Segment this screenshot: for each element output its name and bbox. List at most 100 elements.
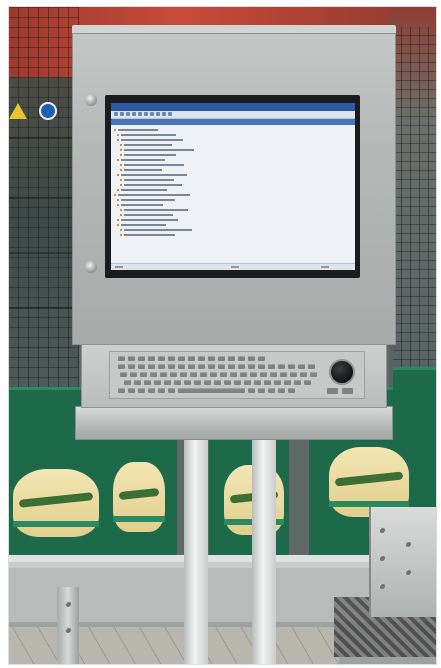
keyboard-key[interactable] <box>244 380 251 385</box>
keyboard-key[interactable] <box>238 364 245 369</box>
tree-row[interactable] <box>114 193 234 197</box>
tree-row[interactable] <box>117 218 234 222</box>
keyboard-key[interactable] <box>178 356 185 361</box>
keyboard-key[interactable] <box>204 380 211 385</box>
keyboard-key[interactable] <box>130 372 137 377</box>
keyboard-key[interactable] <box>278 364 285 369</box>
keyboard-key[interactable] <box>178 364 185 369</box>
tree-row[interactable] <box>120 228 234 232</box>
keyboard-key[interactable] <box>250 372 257 377</box>
keyboard-key[interactable] <box>258 388 265 393</box>
keyboard-key[interactable] <box>128 364 135 369</box>
tree-row[interactable] <box>117 158 234 162</box>
keyboard-key[interactable] <box>248 388 255 393</box>
toolbar-icon[interactable] <box>144 112 148 116</box>
keyboard-key[interactable] <box>168 356 175 361</box>
keyboard-key[interactable] <box>208 356 215 361</box>
keyboard-key[interactable] <box>248 364 255 369</box>
tree-row[interactable] <box>117 173 234 177</box>
toolbar-icon[interactable] <box>162 112 166 116</box>
tree-row[interactable] <box>120 183 234 187</box>
keyboard-key[interactable] <box>254 380 261 385</box>
keyboard-key[interactable] <box>154 380 161 385</box>
keyboard-key[interactable] <box>170 372 177 377</box>
keyboard-key[interactable] <box>194 380 201 385</box>
keyboard-key[interactable] <box>258 364 265 369</box>
keyboard-key[interactable] <box>118 364 125 369</box>
keyboard-key[interactable] <box>198 356 205 361</box>
keyboard-key[interactable] <box>300 372 307 377</box>
toolbar-icon[interactable] <box>150 112 154 116</box>
keyboard-key[interactable] <box>288 388 295 393</box>
keyboard-key[interactable] <box>158 364 165 369</box>
keyboard-key[interactable] <box>118 356 125 361</box>
keyboard-key[interactable] <box>164 380 171 385</box>
keyboard-key[interactable] <box>124 380 131 385</box>
tree-row[interactable] <box>120 163 234 167</box>
keyboard-key[interactable] <box>228 364 235 369</box>
keyboard-key[interactable] <box>260 372 267 377</box>
keyboard-key[interactable] <box>134 380 141 385</box>
keyboard-key[interactable] <box>310 372 317 377</box>
keyboard-key[interactable] <box>280 372 287 377</box>
keyboard-key[interactable] <box>210 372 217 377</box>
keyboard-key[interactable] <box>218 356 225 361</box>
keyboard-key[interactable] <box>268 388 275 393</box>
keyboard-key[interactable] <box>294 380 301 385</box>
tree-row[interactable] <box>120 143 234 147</box>
keyboard-key[interactable] <box>304 380 311 385</box>
keyboard-key[interactable] <box>188 356 195 361</box>
keyboard-key[interactable] <box>288 364 295 369</box>
trackball-left-button[interactable] <box>327 388 338 394</box>
keyboard-key[interactable] <box>238 356 245 361</box>
keyboard-key[interactable] <box>290 372 297 377</box>
keyboard-key[interactable] <box>174 380 181 385</box>
keyboard-key[interactable] <box>248 356 255 361</box>
keyboard-key[interactable] <box>278 388 285 393</box>
space-key[interactable] <box>180 388 240 393</box>
keyboard-key[interactable] <box>298 364 305 369</box>
keyboard-key[interactable] <box>264 380 271 385</box>
tree-row[interactable] <box>120 178 234 182</box>
toolbar-icon[interactable] <box>156 112 160 116</box>
keyboard-key[interactable] <box>190 372 197 377</box>
trackball[interactable] <box>329 359 355 385</box>
keyboard-key[interactable] <box>270 372 277 377</box>
toolbar-icon[interactable] <box>114 112 118 116</box>
tree-row[interactable] <box>120 148 234 152</box>
tree-row[interactable] <box>114 128 234 132</box>
keyboard-key[interactable] <box>234 380 241 385</box>
keyboard-key[interactable] <box>198 364 205 369</box>
keyboard-key[interactable] <box>120 372 127 377</box>
tree-row[interactable] <box>117 138 234 142</box>
toolbar-icon[interactable] <box>132 112 136 116</box>
keyboard-key[interactable] <box>168 388 175 393</box>
tree-row[interactable] <box>120 153 234 157</box>
keyboard-key[interactable] <box>140 372 147 377</box>
tree-row[interactable] <box>117 133 234 137</box>
tree-row[interactable] <box>117 198 234 202</box>
keyboard-key[interactable] <box>228 356 235 361</box>
keyboard-key[interactable] <box>208 364 215 369</box>
tree-row[interactable] <box>120 233 234 237</box>
navigation-tree[interactable] <box>114 128 234 238</box>
keyboard-key[interactable] <box>128 388 135 393</box>
keyboard-key[interactable] <box>268 364 275 369</box>
tree-row[interactable] <box>120 168 234 172</box>
trackball-right-button[interactable] <box>342 388 353 394</box>
keyboard-key[interactable] <box>138 388 145 393</box>
keyboard-key[interactable] <box>308 364 315 369</box>
keyboard-key[interactable] <box>138 356 145 361</box>
tree-row[interactable] <box>120 213 234 217</box>
keyboard-key[interactable] <box>150 372 157 377</box>
monitor-screen[interactable] <box>111 103 355 270</box>
tree-row[interactable] <box>120 208 234 212</box>
tree-row[interactable] <box>117 223 234 227</box>
keyboard-key[interactable] <box>214 380 221 385</box>
keyboard-key[interactable] <box>188 364 195 369</box>
keyboard-key[interactable] <box>184 380 191 385</box>
keyboard-key[interactable] <box>258 356 265 361</box>
tree-row[interactable] <box>117 188 234 192</box>
keyboard-key[interactable] <box>138 364 145 369</box>
keyboard-key[interactable] <box>158 388 165 393</box>
